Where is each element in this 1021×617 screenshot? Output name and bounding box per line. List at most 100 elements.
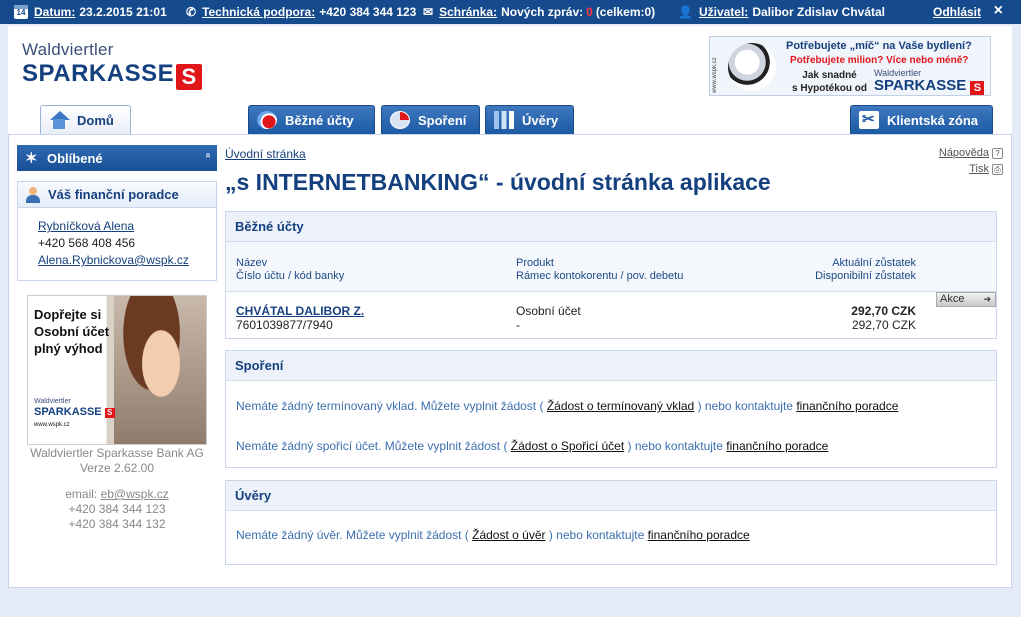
chevron-up-icon[interactable]: » <box>203 153 214 159</box>
app-version: Verze 2.62.00 <box>79 461 155 475</box>
savings-account-request-link[interactable]: Žádost o Spořicí účet <box>511 439 624 453</box>
contact-info: email: eb@wspk.cz +420 384 344 123 +420 … <box>17 487 217 532</box>
tab-current-accounts[interactable]: Běžné účty <box>248 105 375 134</box>
tools-icon <box>859 110 879 129</box>
support-label[interactable]: Technická podpora: <box>202 5 315 19</box>
support-info: ✆ Technická podpora: +420 384 344 123 <box>186 0 416 24</box>
date-value: 23.2.2015 21:01 <box>79 5 167 19</box>
banner-side-text: www.wspk.cz <box>712 57 718 93</box>
banner-line1: Potřebujete „míč“ na Vaše bydlení? <box>786 40 972 52</box>
actions-button[interactable]: Akce ➜ <box>936 292 996 307</box>
section-title-accounts: Běžné účty <box>226 212 996 242</box>
col-overdraft: Rámec kontokorentu / pov. debetu <box>516 270 684 282</box>
logo-line1: Waldviertler <box>22 40 114 59</box>
print-link[interactable]: Tisk <box>969 163 989 175</box>
sparkasse-s-icon: S <box>970 81 985 95</box>
col-available: Disponibilní zůstatek <box>815 270 916 282</box>
user-label[interactable]: Uživatel: <box>699 5 748 19</box>
inbox-info: ✉ Schránka: Nových zpráv: 0 (celkem:0) <box>423 0 655 24</box>
promo-url: www.wspk.cz <box>34 422 70 428</box>
section-title-loans: Úvěry <box>226 481 996 511</box>
contact-phone2: +420 384 344 132 <box>68 517 166 531</box>
tab-accounts-label: Běžné účty <box>285 112 354 128</box>
loans-section: Úvěry Nemáte žádný úvěr. Můžete vyplnit … <box>225 480 997 565</box>
inbox-new-count: 0 <box>586 5 593 19</box>
col-number: Číslo účtu / kód banky <box>236 270 345 282</box>
term-deposit-request-link[interactable]: Žádost o termínovaný vklad <box>547 399 694 413</box>
banner-brand2: SPARKASSE S <box>874 77 985 95</box>
breadcrumb[interactable]: Úvodní stránka <box>225 147 306 161</box>
page-title: „s INTERNETBANKING“ - úvodní stránka apl… <box>225 169 771 195</box>
loan-request-link[interactable]: Žádost o úvěr <box>472 528 545 542</box>
top-bar: 14 Datum: 23.2.2015 21:01 ✆ Technická po… <box>0 0 1021 24</box>
logout-link[interactable]: Odhlásit <box>933 0 985 24</box>
banner-line3: Jak snadné s Hypotékou od <box>792 70 868 94</box>
advisor-name-link[interactable]: Rybníčková Alena <box>38 219 134 233</box>
loans-message: Nemáte žádný úvěr. Můžete vyplnit žádost… <box>236 528 750 542</box>
arrow-right-icon: ➜ <box>983 294 991 304</box>
user-icon: 👤 <box>678 5 693 19</box>
print-icon[interactable]: ⎙ <box>992 164 1003 175</box>
support-value: +420 384 344 123 <box>319 5 417 19</box>
accounts-table-header: Název Číslo účtu / kód banky Produkt Rámec… <box>226 242 996 292</box>
tab-loans-label: Úvěry <box>522 112 559 128</box>
tab-client-zone[interactable]: Klientská zóna <box>850 105 993 134</box>
advisor-contact-link[interactable]: finančního poradce <box>796 399 898 413</box>
contact-email-link[interactable]: eb@wspk.cz <box>101 487 169 501</box>
logo-line2: SPARKASSE S <box>22 60 203 90</box>
col-balance: Aktuální zůstatek <box>832 257 916 269</box>
mortgage-banner[interactable]: www.wspk.cz Potřebujete „míč“ na Vaše by… <box>709 36 991 96</box>
person-icon <box>26 187 40 203</box>
savings-message-deposit: Nemáte žádný termínovaný vklad. Můžete v… <box>236 399 899 413</box>
help-link[interactable]: Nápověda <box>939 147 989 159</box>
phone-icon: ✆ <box>186 5 197 19</box>
envelope-icon: ✉ <box>423 5 434 19</box>
sparkasse-s-icon: S <box>176 64 203 90</box>
advisor-email-link[interactable]: Alena.Rybnickova@wspk.cz <box>38 253 189 267</box>
close-icon[interactable]: × <box>994 2 1003 20</box>
account-balance: 292,70 CZK <box>851 304 916 318</box>
promo-photo <box>114 296 206 444</box>
help-icon[interactable]: ? <box>992 148 1003 159</box>
bank-logo[interactable]: Waldviertler SPARKASSE S <box>22 40 203 90</box>
star-icon: ✶ <box>25 150 38 167</box>
sparkasse-s-icon: S <box>104 408 115 418</box>
promo-text: Dopřejte si Osobní účet plný výhod <box>34 307 110 356</box>
favorites-header[interactable]: ✶ Oblíbené » <box>17 145 217 171</box>
account-name-link[interactable]: CHVÁTAL DALIBOR Z. <box>236 304 364 318</box>
advisor-title: Váš finanční poradce <box>48 187 179 202</box>
tab-loans[interactable]: Úvěry <box>485 105 574 134</box>
pie-chart-icon <box>390 111 410 129</box>
inbox-label[interactable]: Schránka: <box>439 5 497 19</box>
banner-line2: Potřebujete milion? Více nebo méně? <box>790 55 969 66</box>
date-label[interactable]: Datum: <box>34 5 75 19</box>
bank-info: Waldviertler Sparkasse Bank AG Verze 2.6… <box>17 446 217 476</box>
account-product: Osobní účet <box>516 304 581 318</box>
football-icon <box>728 43 776 91</box>
inbox-total: (celkem:0) <box>595 5 656 19</box>
logout-label[interactable]: Odhlásit <box>933 5 981 19</box>
advisor-contact-link[interactable]: finančního poradce <box>726 439 828 453</box>
account-available: 292,70 CZK <box>851 318 916 332</box>
advisor-phone: +420 568 408 456 <box>38 236 136 250</box>
tab-savings[interactable]: Spoření <box>381 105 480 134</box>
user-value: Dalibor Zdislav Chvátal <box>752 5 886 19</box>
contact-phone1: +420 384 344 123 <box>68 502 166 516</box>
savings-section: Spoření Nemáte žádný termínovaný vklad. … <box>225 350 997 468</box>
financial-advisor-box: Váš finanční poradce Rybníčková Alena +4… <box>17 181 217 281</box>
contact-email: email: eb@wspk.cz <box>65 487 169 501</box>
content-panel: ✶ Oblíbené » Váš finanční poradce Rybníč… <box>8 134 1012 588</box>
section-title-savings: Spoření <box>226 351 996 381</box>
account-number: 7601039877/7940 <box>236 318 333 332</box>
advisor-contact-link[interactable]: finančního poradce <box>648 528 750 542</box>
table-row: CHVÁTAL DALIBOR Z. 7601039877/7940 Osobní… <box>226 292 996 338</box>
date-info: 14 Datum: 23.2.2015 21:01 <box>14 0 167 24</box>
inbox-text: Nových zpráv: <box>501 5 584 19</box>
account-promo-banner[interactable]: Dopřejte si Osobní účet plný výhod Waldv… <box>27 295 207 445</box>
advisor-details: Rybníčková Alena +420 568 408 456 Alena.… <box>18 208 216 269</box>
savings-message-account: Nemáte žádný spořicí účet. Můžete vyplni… <box>236 439 829 453</box>
tab-home[interactable]: Domů <box>40 105 131 134</box>
current-accounts-section: Běžné účty Název Číslo účtu / kód banky P… <box>225 211 997 339</box>
tab-client-label: Klientská zóna <box>887 112 979 128</box>
col-product: Produkt <box>516 257 554 269</box>
